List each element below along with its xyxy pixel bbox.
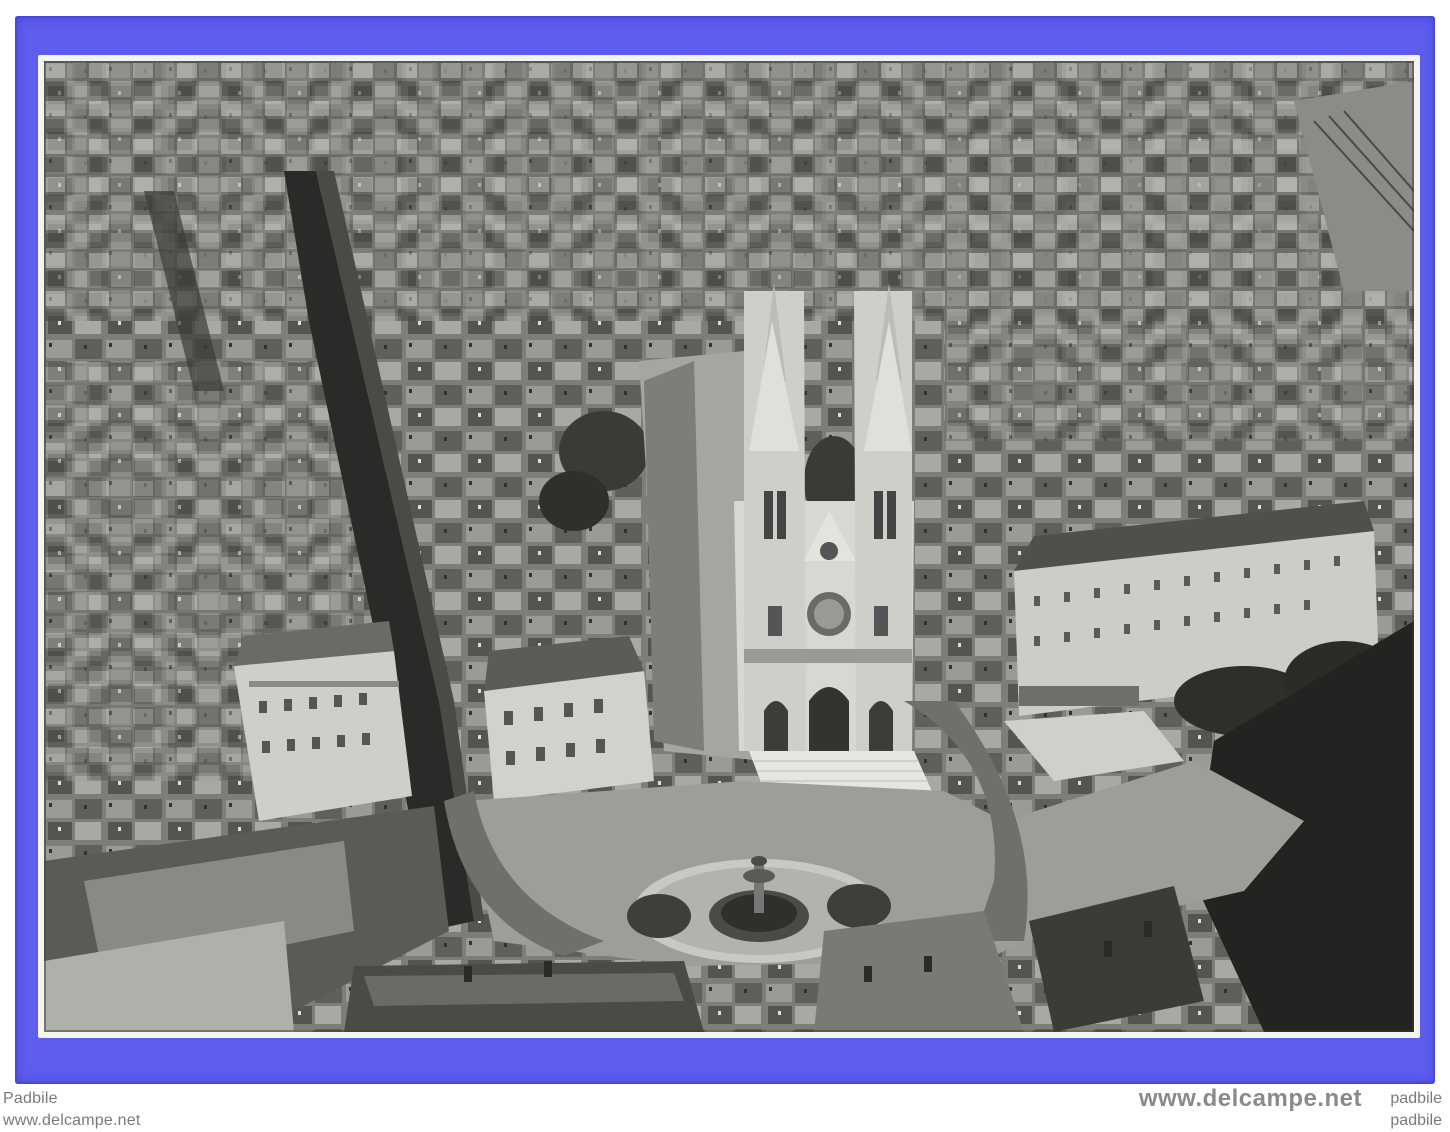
postcard-scan-page: Padbile www.delcampe.net www.delcampe.ne… — [0, 0, 1450, 1132]
aerial-photo-cathedral-square — [44, 61, 1414, 1032]
aerial-photo-drawing — [44, 61, 1414, 1032]
watermark-user-right-top: padbile — [1390, 1090, 1442, 1107]
postcard — [38, 55, 1420, 1038]
watermark-user-left: Padbile — [3, 1090, 58, 1107]
delcampe-logo: www.delcampe.net — [1138, 1085, 1362, 1112]
watermark-user-right-bottom: padbile — [1390, 1112, 1442, 1129]
watermark-url-left: www.delcampe.net — [3, 1112, 141, 1129]
